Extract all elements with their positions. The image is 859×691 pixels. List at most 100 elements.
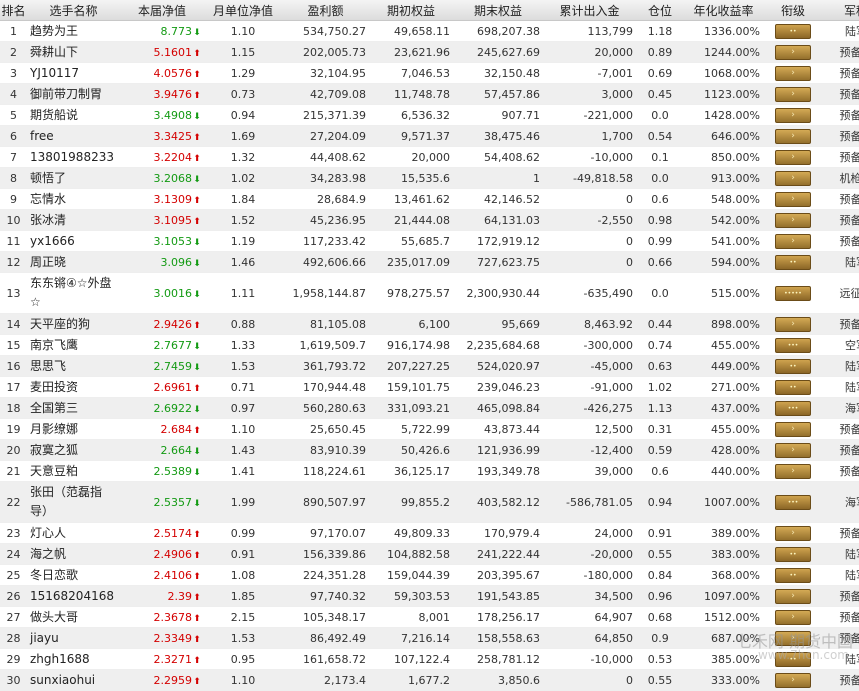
table-row[interactable]: 30 sunxiaohui 2.2959⬆ 1.10 2,173.4 1,677.2 3,8… bbox=[0, 669, 859, 691]
table-row[interactable]: 24 海之帆 2.4906⬆ 0.91 156,339.86 104,882.58 241,… bbox=[0, 543, 859, 565]
column-header[interactable]: 衔级 bbox=[763, 0, 823, 21]
table-row[interactable]: 16 思思飞 2.7459⬇ 1.53 361,793.72 207,227.25 524,… bbox=[0, 355, 859, 377]
rank-insignia-icon: › bbox=[775, 609, 811, 625]
insignia-marks: › bbox=[791, 130, 795, 141]
table-row[interactable]: 27 做头大哥 2.3678⬆ 2.15 105,348.17 8,001 178,256.… bbox=[0, 606, 859, 628]
player-name[interactable]: 舜耕山下 bbox=[27, 41, 120, 63]
profit-cell: 361,793.72 bbox=[282, 355, 369, 377]
branch-cell: 陆军 bbox=[823, 20, 859, 42]
column-header[interactable]: 期末权益 bbox=[453, 0, 543, 21]
player-name[interactable]: yx1666 bbox=[27, 230, 120, 252]
column-header[interactable]: 年化收益率 bbox=[684, 0, 763, 21]
player-name[interactable]: 天平座的狗 bbox=[27, 313, 120, 335]
table-row[interactable]: 9 忘情水 3.1309⬆ 1.84 28,684.9 13,461.62 42,146.5… bbox=[0, 188, 859, 210]
column-header[interactable]: 月单位净值 bbox=[204, 0, 282, 21]
player-name[interactable]: 忘情水 bbox=[27, 188, 120, 210]
player-name[interactable]: 趋势为王 bbox=[27, 20, 120, 42]
player-name[interactable]: jiayu bbox=[27, 627, 120, 649]
player-name[interactable]: 13801988233 bbox=[27, 146, 120, 168]
arrow-down-icon: ⬇ bbox=[193, 341, 201, 352]
table-row[interactable]: 25 冬日恋歌 2.4106⬆ 1.08 224,351.28 159,044.39 203… bbox=[0, 564, 859, 586]
column-header[interactable]: 仓位 bbox=[636, 0, 684, 21]
player-name[interactable]: 海之帆 bbox=[27, 543, 120, 565]
column-header[interactable]: 本届净值 bbox=[120, 0, 204, 21]
start-equity: 159,101.75 bbox=[369, 376, 453, 398]
rank-cell: 18 bbox=[0, 397, 27, 419]
nav-cell: 2.4106⬆ bbox=[120, 564, 204, 586]
monthly-nav: 1.84 bbox=[204, 188, 282, 210]
table-row[interactable]: 7 13801988233 3.2204⬆ 1.32 44,408.62 20,000 54… bbox=[0, 146, 859, 168]
table-row[interactable]: 20 寂寞之狐 2.664⬇ 1.43 83,910.39 50,426.6 121,936… bbox=[0, 439, 859, 461]
table-row[interactable]: 10 张冰清 3.1095⬆ 1.52 45,236.95 21,444.08 64,131… bbox=[0, 209, 859, 231]
table-row[interactable]: 13 东东锵④☆外盘☆ 3.0016⬇ 1.11 1,958,144.87 978,275… bbox=[0, 272, 859, 314]
player-name[interactable]: 寂寞之狐 bbox=[27, 439, 120, 461]
column-header[interactable]: 盈利额 bbox=[282, 0, 369, 21]
table-row[interactable]: 1 趋势为王 8.773⬇ 1.10 534,750.27 49,658.11 698,20… bbox=[0, 20, 859, 42]
player-name[interactable]: zhgh1688 bbox=[27, 648, 120, 670]
player-name[interactable]: YJ10117 bbox=[27, 62, 120, 84]
player-name[interactable]: 南京飞鹰 bbox=[27, 334, 120, 356]
table-row[interactable]: 12 周正晓 3.096⬇ 1.46 492,606.66 235,017.09 727,6… bbox=[0, 251, 859, 273]
rank-cell: 4 bbox=[0, 83, 27, 105]
insignia-marks: › bbox=[791, 109, 795, 120]
table-row[interactable]: 19 月影缭娜 2.684⬆ 1.10 25,650.45 5,722.99 43,873.… bbox=[0, 418, 859, 440]
table-row[interactable]: 29 zhgh1688 2.3271⬆ 0.95 161,658.72 107,122.4… bbox=[0, 648, 859, 670]
player-name[interactable]: free bbox=[27, 125, 120, 147]
player-name[interactable]: 张冰清 bbox=[27, 209, 120, 231]
table-row[interactable]: 15 南京飞鹰 2.7677⬇ 1.33 1,619,509.7 916,174.98 2,… bbox=[0, 334, 859, 356]
player-name[interactable]: 思思飞 bbox=[27, 355, 120, 377]
column-header[interactable]: 期初权益 bbox=[369, 0, 453, 21]
table-row[interactable]: 6 free 3.3425⬆ 1.69 27,204.09 9,571.37 38,475.… bbox=[0, 125, 859, 147]
end-equity: 2,300,930.44 bbox=[453, 272, 543, 314]
table-row[interactable]: 17 麦田投资 2.6961⬆ 0.71 170,944.48 159,101.75 239… bbox=[0, 376, 859, 398]
rank-cell: 11 bbox=[0, 230, 27, 252]
rank-cell: 16 bbox=[0, 355, 27, 377]
table-row[interactable]: 14 天平座的狗 2.9426⬆ 0.88 81,105.08 6,100 95,669 8,… bbox=[0, 313, 859, 335]
end-equity: 524,020.97 bbox=[453, 355, 543, 377]
player-name[interactable]: 顿悟了 bbox=[27, 167, 120, 189]
player-name[interactable]: 全国第三 bbox=[27, 397, 120, 419]
annual-return: 1097.00% bbox=[684, 585, 763, 607]
table-row[interactable]: 26 15168204168 2.39⬆ 1.85 97,740.32 59,303.53… bbox=[0, 585, 859, 607]
rank-badge-cell: ••• bbox=[763, 481, 823, 523]
column-header[interactable]: 累计出入金 bbox=[543, 0, 636, 21]
rank-cell: 13 bbox=[0, 272, 27, 314]
rank-insignia-icon: › bbox=[775, 630, 811, 646]
player-name[interactable]: 期货船说 bbox=[27, 104, 120, 126]
player-name[interactable]: 月影缭娜 bbox=[27, 418, 120, 440]
player-name[interactable]: 周正晓 bbox=[27, 251, 120, 273]
column-header[interactable]: 军种 bbox=[823, 0, 859, 21]
player-name[interactable]: sunxiaohui bbox=[27, 669, 120, 691]
player-name[interactable]: 15168204168 bbox=[27, 585, 120, 607]
player-name[interactable]: 做头大哥 bbox=[27, 606, 120, 628]
end-equity: 172,919.12 bbox=[453, 230, 543, 252]
player-name[interactable]: 张田（范磊指导） bbox=[27, 481, 120, 523]
player-name[interactable]: 灯心人 bbox=[27, 522, 120, 544]
column-header[interactable]: 排名 bbox=[0, 0, 27, 21]
table-row[interactable]: 4 御前带刀制胃 3.9476⬆ 0.73 42,709.08 11,748.78 57,4… bbox=[0, 83, 859, 105]
table-row[interactable]: 23 灯心人 2.5174⬆ 0.99 97,170.07 49,809.33 170,97… bbox=[0, 522, 859, 544]
table-row[interactable]: 2 舜耕山下 5.1601⬆ 1.15 202,005.73 23,621.96 245,6… bbox=[0, 41, 859, 63]
start-equity: 49,658.11 bbox=[369, 20, 453, 42]
end-equity: 42,146.52 bbox=[453, 188, 543, 210]
branch-cell: 预备役 bbox=[823, 522, 859, 544]
end-equity: 1 bbox=[453, 167, 543, 189]
player-name[interactable]: 天意豆粕 bbox=[27, 460, 120, 482]
table-row[interactable]: 3 YJ10117 4.0576⬆ 1.29 32,104.95 7,046.53 32,1… bbox=[0, 62, 859, 84]
table-row[interactable]: 22 张田（范磊指导） 2.5357⬇ 1.99 890,507.97 99,855.2 4… bbox=[0, 481, 859, 523]
nav-value: 2.3678 bbox=[153, 610, 193, 624]
cumulative-flow: 3,000 bbox=[543, 83, 636, 105]
player-name[interactable]: 御前带刀制胃 bbox=[27, 83, 120, 105]
table-row[interactable]: 28 jiayu 2.3349⬆ 1.53 86,492.49 7,216.14 158,5… bbox=[0, 627, 859, 649]
column-header[interactable]: 选手名称 bbox=[27, 0, 120, 21]
table-row[interactable]: 8 顿悟了 3.2068⬇ 1.02 34,283.98 15,535.6 1 -49,818… bbox=[0, 167, 859, 189]
rank-cell: 14 bbox=[0, 313, 27, 335]
player-name[interactable]: 东东锵④☆外盘☆ bbox=[27, 272, 120, 314]
table-row[interactable]: 11 yx1666 3.1053⬇ 1.19 117,233.42 55,685.7 172… bbox=[0, 230, 859, 252]
player-name[interactable]: 麦田投资 bbox=[27, 376, 120, 398]
table-row[interactable]: 5 期货船说 3.4908⬇ 0.94 215,371.39 6,536.32 907.71… bbox=[0, 104, 859, 126]
player-name[interactable]: 冬日恋歌 bbox=[27, 564, 120, 586]
table-row[interactable]: 21 天意豆粕 2.5389⬇ 1.41 118,224.61 36,125.17 193,… bbox=[0, 460, 859, 482]
table-row[interactable]: 18 全国第三 2.6922⬇ 0.97 560,280.63 331,093.21 465… bbox=[0, 397, 859, 419]
nav-cell: 2.6922⬇ bbox=[120, 397, 204, 419]
